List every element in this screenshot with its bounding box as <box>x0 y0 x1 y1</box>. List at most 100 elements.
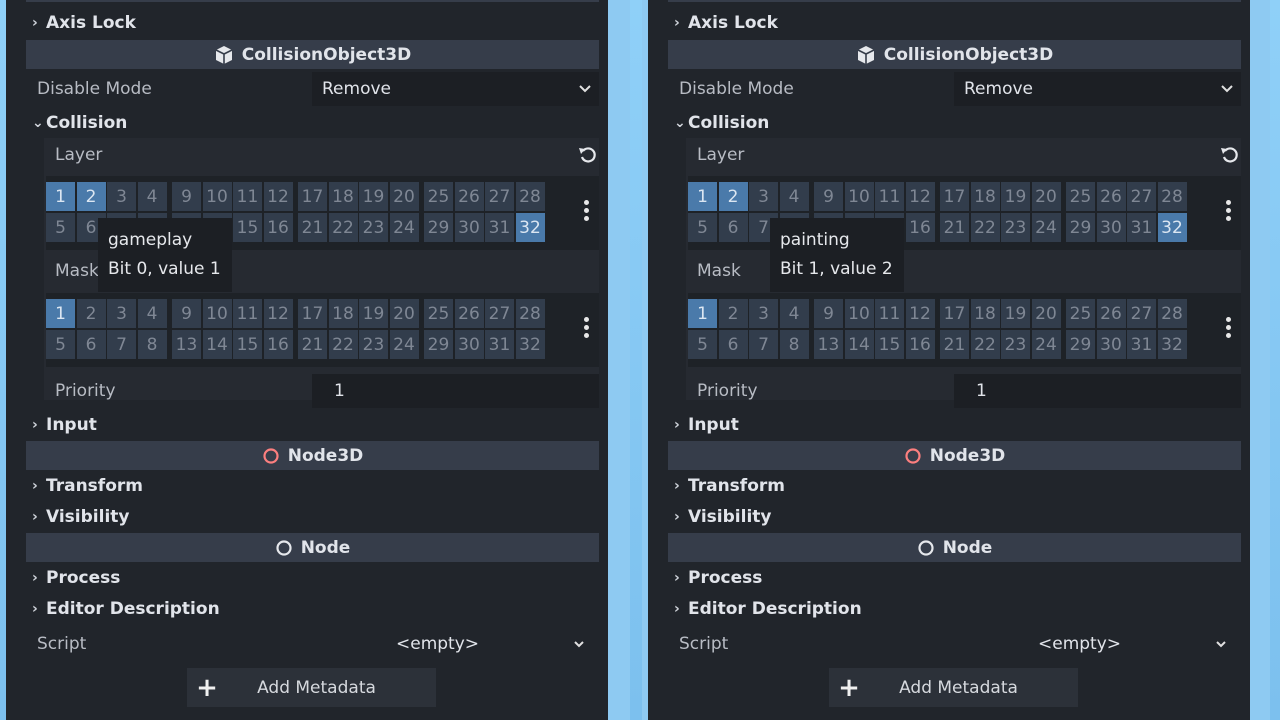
layer-bit-15[interactable]: 15 <box>875 330 904 359</box>
section-collision[interactable]: ⌄ Collision <box>668 108 1241 138</box>
layer-bit-20[interactable]: 20 <box>1031 299 1061 328</box>
layer-bit-9[interactable]: 9 <box>172 182 201 211</box>
layer-bit-4[interactable]: 4 <box>779 299 809 328</box>
script-resource-picker[interactable]: <empty> <box>954 628 1241 660</box>
layer-bit-27[interactable]: 27 <box>485 299 514 328</box>
layer-bit-20[interactable]: 20 <box>389 182 419 211</box>
kebab-menu-icon[interactable] <box>584 200 590 221</box>
layer-bit-8[interactable]: 8 <box>137 330 167 359</box>
layer-bit-27[interactable]: 27 <box>1127 299 1156 328</box>
section-transform[interactable]: › Transform <box>26 471 599 501</box>
layer-bit-31[interactable]: 31 <box>1127 330 1156 359</box>
layer-bit-32[interactable]: 32 <box>515 213 545 242</box>
layer-bit-26[interactable]: 26 <box>454 182 484 211</box>
section-process[interactable]: › Process <box>668 563 1241 593</box>
layer-bit-27[interactable]: 27 <box>485 182 514 211</box>
layer-bit-24[interactable]: 24 <box>389 330 419 359</box>
layer-bit-1[interactable]: 1 <box>46 299 75 328</box>
script-resource-picker[interactable]: <empty> <box>312 628 599 660</box>
layer-bit-3[interactable]: 3 <box>107 182 136 211</box>
section-collision[interactable]: ⌄ Collision <box>26 108 599 138</box>
layer-bit-18[interactable]: 18 <box>328 182 358 211</box>
layer-bit-10[interactable]: 10 <box>202 299 232 328</box>
layer-bit-18[interactable]: 18 <box>970 182 1000 211</box>
layer-bit-2[interactable]: 2 <box>718 299 748 328</box>
layer-bit-4[interactable]: 4 <box>137 299 167 328</box>
section-axis-lock[interactable]: › Axis Lock <box>668 8 1241 38</box>
layer-bit-17[interactable]: 17 <box>940 299 969 328</box>
layer-bit-6[interactable]: 6 <box>76 330 106 359</box>
layer-bit-17[interactable]: 17 <box>298 182 327 211</box>
layer-bit-15[interactable]: 15 <box>233 330 262 359</box>
layer-bit-30[interactable]: 30 <box>1096 330 1126 359</box>
layer-bit-28[interactable]: 28 <box>1157 182 1187 211</box>
layer-bit-25[interactable]: 25 <box>1066 299 1095 328</box>
kebab-menu-icon[interactable] <box>1226 200 1232 221</box>
layer-bit-3[interactable]: 3 <box>107 299 136 328</box>
layer-bit-19[interactable]: 19 <box>1001 299 1030 328</box>
priority-spinbox[interactable]: 1 <box>954 374 1241 408</box>
kebab-menu-icon[interactable] <box>584 317 590 338</box>
layer-bit-24[interactable]: 24 <box>1031 330 1061 359</box>
layer-bit-26[interactable]: 26 <box>1096 182 1126 211</box>
layer-bit-25[interactable]: 25 <box>424 182 453 211</box>
layer-bit-1[interactable]: 1 <box>688 299 717 328</box>
layer-bit-9[interactable]: 9 <box>814 299 843 328</box>
layer-bit-16[interactable]: 16 <box>263 213 293 242</box>
layer-bit-15[interactable]: 15 <box>233 213 262 242</box>
section-visibility[interactable]: › Visibility <box>668 502 1241 532</box>
layer-bit-5[interactable]: 5 <box>688 330 717 359</box>
layer-bit-29[interactable]: 29 <box>1066 213 1095 242</box>
layer-bit-18[interactable]: 18 <box>970 299 1000 328</box>
layer-bit-25[interactable]: 25 <box>1066 182 1095 211</box>
layer-bit-12[interactable]: 12 <box>905 182 935 211</box>
layer-bit-21[interactable]: 21 <box>298 330 327 359</box>
layer-bit-24[interactable]: 24 <box>389 213 419 242</box>
disable-mode-dropdown[interactable]: Remove <box>954 72 1241 106</box>
section-visibility[interactable]: › Visibility <box>26 502 599 532</box>
layer-bit-16[interactable]: 16 <box>263 330 293 359</box>
layer-bit-10[interactable]: 10 <box>844 182 874 211</box>
layer-bit-32[interactable]: 32 <box>1157 330 1187 359</box>
layer-bit-21[interactable]: 21 <box>940 213 969 242</box>
layer-bit-29[interactable]: 29 <box>424 213 453 242</box>
layer-bit-32[interactable]: 32 <box>1157 213 1187 242</box>
layer-bit-26[interactable]: 26 <box>1096 299 1126 328</box>
layer-bit-30[interactable]: 30 <box>1096 213 1126 242</box>
layer-bit-22[interactable]: 22 <box>970 213 1000 242</box>
layer-bit-7[interactable]: 7 <box>749 330 778 359</box>
layer-bit-27[interactable]: 27 <box>1127 182 1156 211</box>
layer-bit-19[interactable]: 19 <box>1001 182 1030 211</box>
layer-bit-19[interactable]: 19 <box>359 299 388 328</box>
layer-bit-21[interactable]: 21 <box>940 330 969 359</box>
revert-icon[interactable] <box>1220 145 1240 165</box>
layer-bit-17[interactable]: 17 <box>298 299 327 328</box>
layer-bit-24[interactable]: 24 <box>1031 213 1061 242</box>
section-editor-description[interactable]: › Editor Description <box>668 594 1241 624</box>
layer-bit-11[interactable]: 11 <box>875 182 904 211</box>
section-input[interactable]: › Input <box>668 410 1241 440</box>
layer-bit-20[interactable]: 20 <box>1031 182 1061 211</box>
add-metadata-button[interactable]: + Add Metadata <box>829 668 1078 707</box>
layer-bit-31[interactable]: 31 <box>485 330 514 359</box>
layer-bit-28[interactable]: 28 <box>515 299 545 328</box>
layer-bit-11[interactable]: 11 <box>875 299 904 328</box>
layer-bit-5[interactable]: 5 <box>688 213 717 242</box>
layer-bit-3[interactable]: 3 <box>749 299 778 328</box>
layer-bit-23[interactable]: 23 <box>359 330 388 359</box>
layer-bit-8[interactable]: 8 <box>779 330 809 359</box>
layer-bit-2[interactable]: 2 <box>76 299 106 328</box>
layer-bit-2[interactable]: 2 <box>718 182 748 211</box>
layer-bit-4[interactable]: 4 <box>137 182 167 211</box>
layer-bit-7[interactable]: 7 <box>107 330 136 359</box>
layer-bit-23[interactable]: 23 <box>1001 330 1030 359</box>
layer-bit-19[interactable]: 19 <box>359 182 388 211</box>
layer-bit-29[interactable]: 29 <box>424 330 453 359</box>
layer-bit-26[interactable]: 26 <box>454 299 484 328</box>
layer-bit-18[interactable]: 18 <box>328 299 358 328</box>
layer-bit-6[interactable]: 6 <box>718 330 748 359</box>
layer-bit-14[interactable]: 14 <box>844 330 874 359</box>
layer-bit-30[interactable]: 30 <box>454 213 484 242</box>
layer-bit-20[interactable]: 20 <box>389 299 419 328</box>
section-editor-description[interactable]: › Editor Description <box>26 594 599 624</box>
